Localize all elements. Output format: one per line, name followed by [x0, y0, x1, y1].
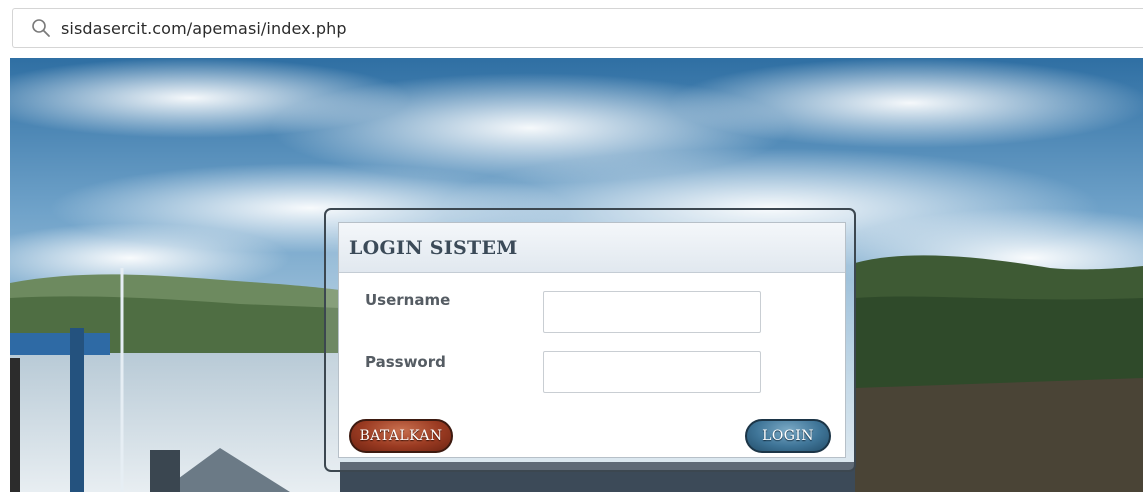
- address-bar[interactable]: sisdasercit.com/apemasi/index.php: [12, 8, 1143, 48]
- url-text[interactable]: sisdasercit.com/apemasi/index.php: [61, 19, 347, 38]
- password-label: Password: [365, 353, 446, 371]
- browser-page: sisdasercit.com/apemasi/index.php LOGIN …: [0, 0, 1143, 492]
- search-icon: [31, 18, 51, 38]
- password-input[interactable]: [543, 351, 761, 393]
- cancel-button[interactable]: BATALKAN: [349, 419, 453, 453]
- login-header: LOGIN SISTEM: [339, 223, 845, 273]
- username-label: Username: [365, 291, 451, 309]
- username-input[interactable]: [543, 291, 761, 333]
- login-button[interactable]: LOGIN: [745, 419, 831, 453]
- login-title: LOGIN SISTEM: [349, 237, 518, 259]
- login-panel: LOGIN SISTEM Username Password BATALKAN …: [338, 222, 846, 458]
